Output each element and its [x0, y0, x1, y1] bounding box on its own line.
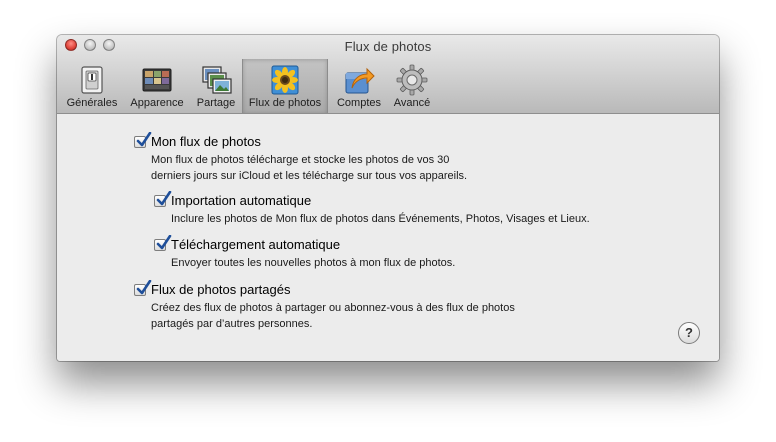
checkmark-icon	[136, 280, 152, 295]
toolbar: Flux de photos Générales Apparence Parta…	[57, 35, 719, 114]
description-line: Créez des flux de photos à partager ou a…	[151, 302, 515, 314]
tab-label: Apparence	[130, 97, 184, 109]
description-line: Inclure les photos de Mon flux de photos…	[171, 213, 590, 225]
description-line: Mon flux de photos télécharge et stocke …	[151, 154, 450, 166]
auto-upload-description: Envoyer toutes les nouvelles photos à mo…	[171, 255, 455, 271]
tab-comptes[interactable]: Comptes	[332, 59, 386, 113]
auto-import-label: Importation automatique	[171, 193, 312, 208]
switch-icon	[81, 66, 103, 94]
shared-streams-label: Flux de photos partagés	[151, 282, 291, 297]
checkmark-icon	[136, 132, 152, 147]
tab-label: Partage	[196, 97, 236, 109]
appearance-icon	[142, 68, 172, 92]
auto-upload-label: Téléchargement automatique	[171, 237, 341, 252]
photo-stream-label: Mon flux de photos	[151, 134, 261, 149]
preference-tabs: Générales Apparence Partage Flux de phot…	[57, 59, 719, 113]
checkmark-icon	[156, 191, 172, 206]
tab-flux-de-photos[interactable]: Flux de photos	[242, 59, 328, 113]
photo-stream-description: Mon flux de photos télécharge et stocke …	[151, 152, 467, 184]
tab-label: Avancé	[393, 97, 431, 109]
help-button[interactable]: ?	[678, 322, 700, 344]
tab-label: Comptes	[336, 97, 382, 109]
photo-stream-icon	[271, 65, 299, 95]
tab-label: Flux de photos	[248, 97, 322, 109]
window-title: Flux de photos	[344, 39, 432, 54]
gear-icon	[396, 64, 428, 96]
tab-generales[interactable]: Générales	[63, 59, 121, 113]
sharing-icon	[202, 66, 232, 94]
photo-stream-checkbox[interactable]	[134, 132, 152, 148]
description-line: Envoyer toutes les nouvelles photos à mo…	[171, 257, 456, 269]
auto-upload-checkbox[interactable]	[154, 235, 172, 251]
shared-streams-description: Créez des flux de photos à partager ou a…	[151, 300, 515, 332]
description-line: derniers jours sur iCloud et les télécha…	[151, 170, 468, 182]
shared-streams-checkbox[interactable]	[134, 280, 152, 296]
description-line: partagés par d’autres personnes.	[151, 318, 313, 330]
photo-stream-settings: Mon flux de photos Mon flux de photos té…	[57, 114, 719, 361]
auto-import-description: Inclure les photos de Mon flux de photos…	[171, 211, 590, 227]
accounts-icon	[345, 67, 375, 94]
checkmark-icon	[156, 235, 172, 250]
tab-avance[interactable]: Avancé	[388, 59, 436, 113]
tab-label: Générales	[66, 97, 118, 109]
tab-partage[interactable]: Partage	[191, 59, 241, 113]
preferences-window: Flux de photos Générales Apparence Parta…	[57, 35, 719, 361]
tab-apparence[interactable]: Apparence	[125, 59, 189, 113]
auto-import-checkbox[interactable]	[154, 191, 172, 207]
